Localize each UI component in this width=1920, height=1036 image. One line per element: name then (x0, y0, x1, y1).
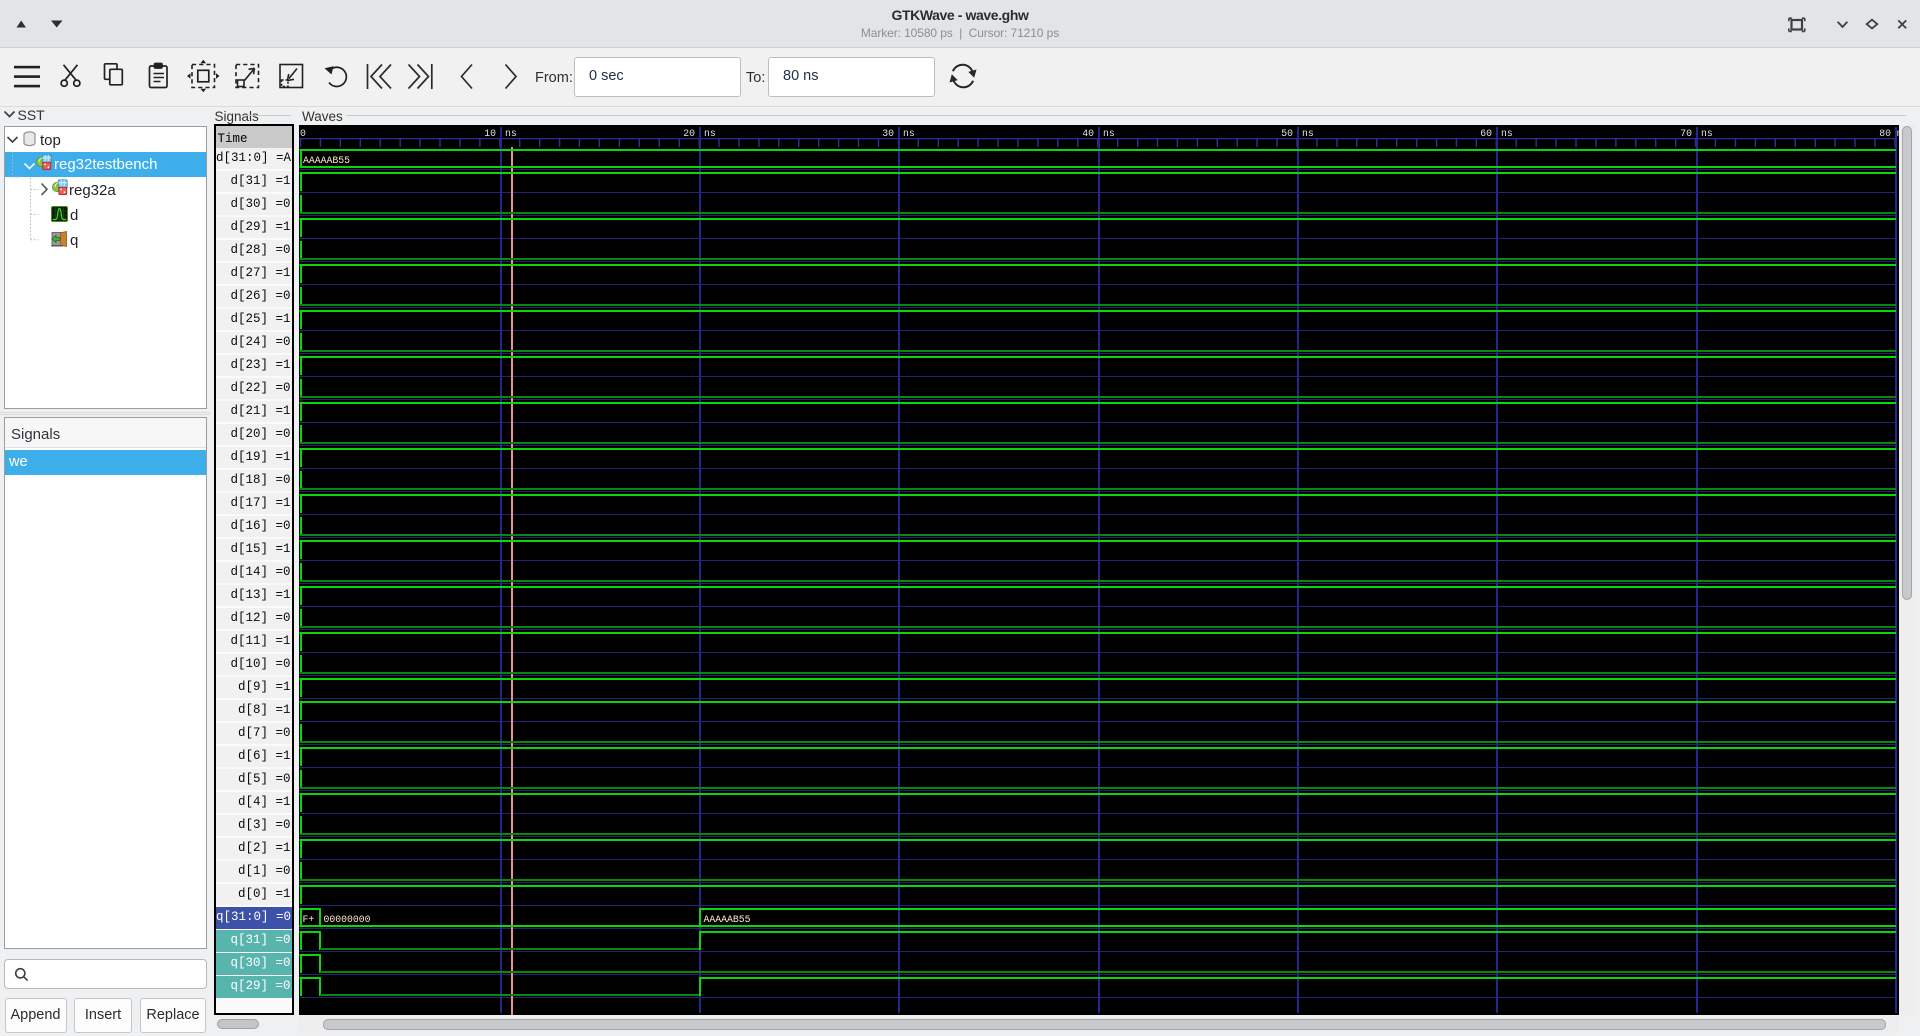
svg-text:ns: ns (704, 128, 716, 139)
svg-text:ns: ns (505, 128, 517, 139)
svg-text:00000000: 00000000 (324, 914, 371, 925)
svg-text:0: 0 (300, 128, 306, 139)
svg-text:AAAAAB55: AAAAAB55 (704, 914, 751, 925)
svg-text:80: 80 (1879, 128, 1891, 139)
svg-text:50: 50 (1281, 128, 1293, 139)
svg-text:ns: ns (1501, 128, 1513, 139)
svg-text:ns: ns (1302, 128, 1314, 139)
svg-text:60: 60 (1480, 128, 1492, 139)
svg-text:30: 30 (882, 128, 894, 139)
svg-text:ns: ns (1103, 128, 1115, 139)
svg-text:AAAAAB55: AAAAAB55 (303, 155, 350, 166)
svg-text:40: 40 (1082, 128, 1094, 139)
svg-text:F+: F+ (303, 914, 315, 925)
svg-text:ns: ns (903, 128, 915, 139)
svg-text:10: 10 (484, 128, 496, 139)
svg-text:70: 70 (1680, 128, 1692, 139)
svg-text:20: 20 (683, 128, 695, 139)
svg-text:ns: ns (1701, 128, 1713, 139)
